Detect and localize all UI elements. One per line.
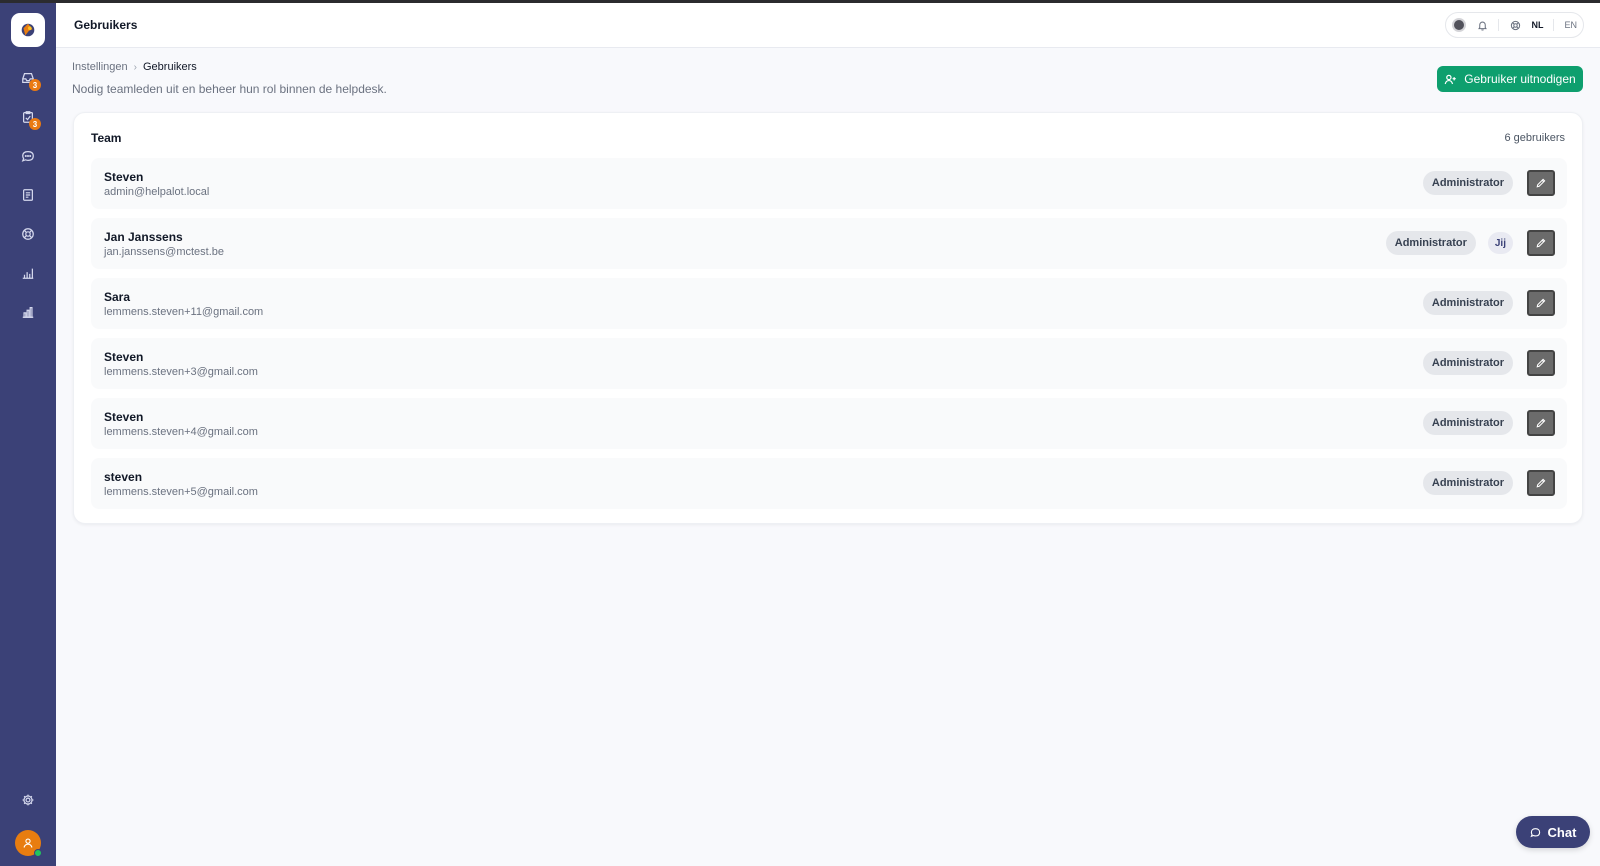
- notification-badge: 3: [29, 79, 41, 91]
- team-card: Team 6 gebruikers Steven admin@helpalot.…: [73, 112, 1583, 524]
- sidebar-nav: 3 3: [14, 67, 42, 322]
- role-badge: Administrator: [1422, 291, 1513, 315]
- current-user-badge: Jij: [1487, 232, 1513, 254]
- pencil-icon: [1536, 478, 1546, 488]
- user-email: admin@helpalot.local: [104, 186, 210, 198]
- user-row: Steven lemmens.steven+3@gmail.com Admini…: [91, 338, 1567, 389]
- user-row-actions: Administrator: [1422, 410, 1555, 436]
- top-header: Gebruikers NL EN: [56, 3, 1600, 48]
- chat-bubble-icon: [21, 150, 34, 162]
- user-name: Steven: [104, 350, 144, 364]
- pencil-icon: [1536, 238, 1546, 248]
- language-en[interactable]: EN: [1564, 20, 1577, 30]
- sidebar-item-knowledge[interactable]: [14, 184, 42, 205]
- user-row-actions: Administrator Jij: [1385, 230, 1555, 256]
- notification-badge: 3: [29, 118, 41, 130]
- notifications-button[interactable]: [1476, 19, 1488, 31]
- user-row-actions: Administrator: [1422, 170, 1555, 196]
- user-row: Jan Janssens jan.janssens@mctest.be Admi…: [91, 218, 1567, 269]
- user-name: Jan Janssens: [104, 230, 183, 244]
- online-status-dot: [34, 849, 42, 857]
- edit-user-button[interactable]: [1527, 230, 1555, 256]
- bell-icon: [1478, 21, 1487, 31]
- user-email: lemmens.steven+5@gmail.com: [104, 486, 258, 498]
- role-badge: Administrator: [1422, 171, 1513, 195]
- chevron-right-icon: ›: [133, 61, 137, 73]
- chat-button[interactable]: Chat: [1516, 816, 1590, 848]
- chart-icon: [22, 268, 34, 279]
- app-logo[interactable]: [11, 13, 45, 47]
- sidebar-item-inbox[interactable]: 3: [14, 67, 42, 91]
- sidebar-item-chat[interactable]: [14, 145, 42, 166]
- edit-user-button[interactable]: [1527, 470, 1555, 496]
- user-email: lemmens.steven+4@gmail.com: [104, 426, 258, 438]
- pencil-icon: [1536, 178, 1546, 188]
- gear-icon: [22, 794, 34, 805]
- page-title: Gebruikers: [74, 18, 138, 32]
- toolbar-divider: [1498, 19, 1500, 31]
- user-list: Steven admin@helpalot.local Administrato…: [91, 158, 1567, 518]
- user-email: lemmens.steven+11@gmail.com: [104, 306, 264, 318]
- pencil-icon: [1536, 418, 1546, 428]
- user-email: jan.janssens@mctest.be: [104, 246, 225, 258]
- sidebar-item-analytics[interactable]: [14, 301, 42, 322]
- pencil-icon: [1536, 358, 1546, 368]
- sidebar: 3 3: [0, 3, 56, 866]
- user-avatar[interactable]: [15, 830, 42, 857]
- header-toolbar: NL EN: [1445, 12, 1584, 38]
- user-name: Steven: [104, 410, 144, 424]
- invite-user-button[interactable]: Gebruiker uitnodigen: [1437, 66, 1583, 92]
- breadcrumb-current: Gebruikers: [143, 61, 197, 73]
- document-icon: [23, 188, 33, 201]
- user-row-actions: Administrator: [1422, 350, 1555, 376]
- edit-user-button[interactable]: [1527, 290, 1555, 316]
- breadcrumb: Instellingen › Gebruikers: [72, 61, 197, 73]
- pencil-icon: [1536, 298, 1546, 308]
- sidebar-bottom: [0, 789, 56, 857]
- sidebar-item-tasks[interactable]: 3: [14, 106, 42, 130]
- role-badge: Administrator: [1385, 231, 1476, 255]
- user-row: Steven admin@helpalot.local Administrato…: [91, 158, 1567, 209]
- chat-bubble-icon: [1529, 827, 1540, 837]
- user-row-actions: Administrator: [1422, 290, 1555, 316]
- chat-button-label: Chat: [1547, 824, 1577, 840]
- lifebuoy-icon: [22, 227, 34, 240]
- sidebar-item-help[interactable]: [14, 223, 42, 244]
- breadcrumb-settings-link[interactable]: Instellingen: [72, 61, 128, 73]
- page-subtitle: Nodig teamleden uit en beheer hun rol bi…: [72, 82, 387, 96]
- user-name: steven: [104, 470, 143, 484]
- user-row: steven lemmens.steven+5@gmail.com Admini…: [91, 458, 1567, 509]
- edit-user-button[interactable]: [1527, 410, 1555, 436]
- edit-user-button[interactable]: [1527, 170, 1555, 196]
- role-badge: Administrator: [1422, 471, 1513, 495]
- language-nl[interactable]: NL: [1531, 20, 1543, 30]
- logo-icon: [21, 23, 35, 37]
- user-name: Steven: [104, 170, 144, 184]
- edit-user-button[interactable]: [1527, 350, 1555, 376]
- role-badge: Administrator: [1422, 411, 1513, 435]
- sidebar-item-settings[interactable]: [14, 789, 42, 810]
- user-name: Sara: [104, 290, 131, 304]
- role-badge: Administrator: [1422, 351, 1513, 375]
- help-button[interactable]: [1509, 19, 1521, 31]
- user-email: lemmens.steven+3@gmail.com: [104, 366, 258, 378]
- user-plus-icon: [1444, 74, 1457, 84]
- status-toggle[interactable]: [1452, 18, 1467, 32]
- user-icon: [23, 838, 33, 848]
- user-row: Steven lemmens.steven+4@gmail.com Admini…: [91, 398, 1567, 449]
- invite-user-label: Gebruiker uitnodigen: [1464, 72, 1576, 86]
- toolbar-divider: [1553, 19, 1555, 31]
- user-row: Sara lemmens.steven+11@gmail.com Adminis…: [91, 278, 1567, 329]
- lifebuoy-icon: [1510, 20, 1521, 30]
- bar-chart-icon: [22, 306, 34, 318]
- user-row-actions: Administrator: [1422, 470, 1555, 496]
- team-card-title: Team: [91, 131, 122, 145]
- user-count: 6 gebruikers: [1504, 132, 1565, 144]
- sidebar-item-reports[interactable]: [14, 262, 42, 283]
